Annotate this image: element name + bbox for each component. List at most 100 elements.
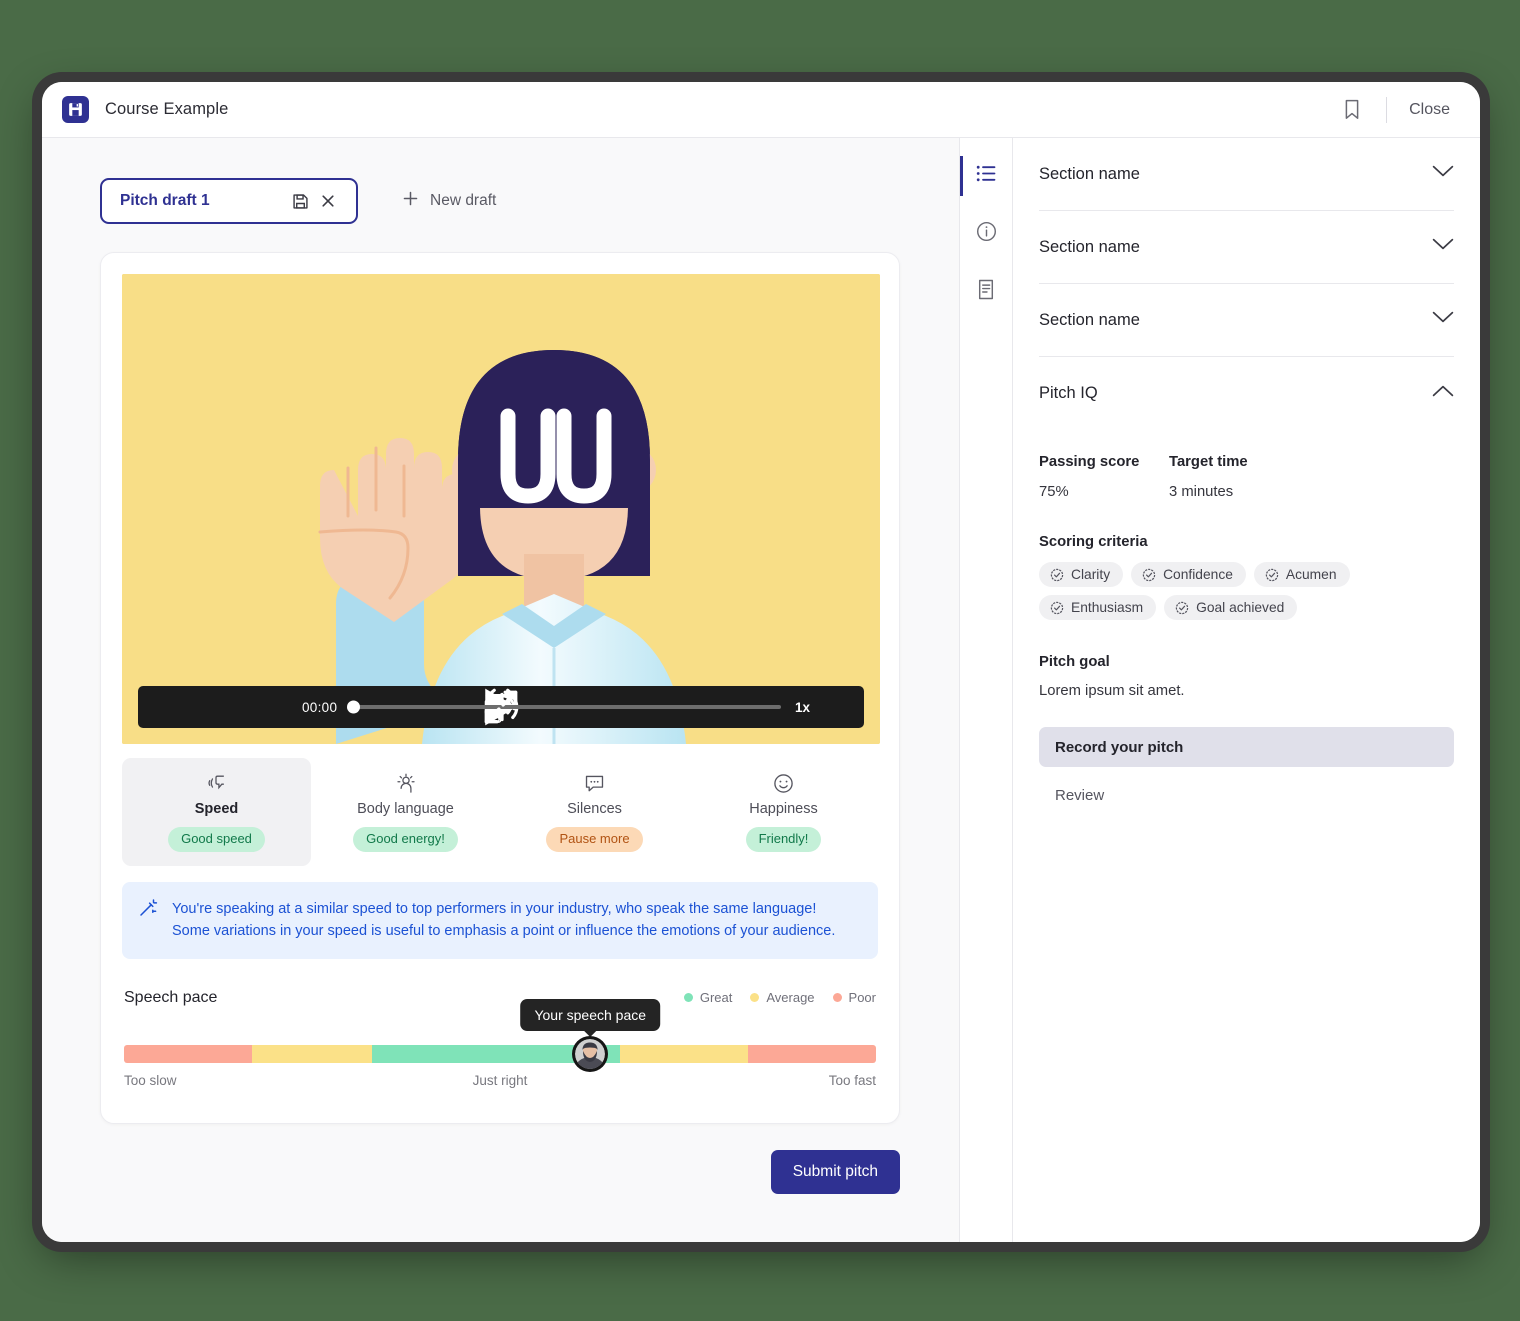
chip-label: Acumen	[1285, 567, 1337, 582]
legend-label: Average	[766, 990, 815, 1006]
divider	[1386, 96, 1388, 123]
metric-badge: Good speed	[168, 827, 265, 852]
title-bar-actions: Close	[1332, 90, 1458, 130]
metric-badge: Good energy!	[353, 827, 458, 852]
chevron-down-icon	[1432, 311, 1454, 329]
legend-label: Great	[699, 990, 733, 1006]
rail-item-notes[interactable]	[960, 270, 1013, 314]
rail-item-info[interactable]	[960, 212, 1013, 256]
bookmark-icon[interactable]	[1332, 90, 1372, 130]
chart-legend: Great Average Poor	[683, 990, 876, 1006]
chevron-down-icon	[1432, 238, 1454, 256]
legend-item-poor: Poor	[832, 990, 876, 1006]
close-button[interactable]: Close	[1401, 95, 1458, 125]
metric-label: Speed	[194, 801, 239, 817]
window-body: Pitch draft 1 New draft 5 00:00 1x Speed…	[42, 138, 1480, 1242]
section-title: Section name	[1039, 164, 1140, 183]
body-language-icon	[317, 772, 494, 794]
target-time-value: 3 minutes	[1169, 484, 1234, 500]
metric-silences[interactable]: Silences Pause more	[500, 758, 689, 866]
metric-body-language[interactable]: Body language Good energy!	[311, 758, 500, 866]
check-badge-icon	[1265, 568, 1279, 581]
pitch-goal-text: Lorem ipsum sit amet.	[1039, 683, 1185, 699]
check-badge-icon	[1050, 568, 1064, 581]
title-bar: Course Example Close	[42, 82, 1480, 138]
speech-bubble-icon	[506, 772, 683, 794]
speech-pace-tooltip: Your speech pace	[520, 998, 661, 1031]
floppy-save-icon[interactable]	[286, 187, 314, 215]
chip-label: Confidence	[1163, 567, 1233, 582]
draft-tab-label: Pitch draft 1	[120, 192, 210, 209]
info-circle-icon	[976, 221, 997, 247]
section-row-pitch-iq[interactable]: Pitch IQ	[1039, 357, 1454, 430]
metric-happiness[interactable]: Happiness Friendly!	[689, 758, 878, 866]
section-row-1[interactable]: Section name	[1039, 138, 1454, 211]
sidebar-panel: Section name Section name Section name P…	[1013, 138, 1480, 1242]
chip-label: Clarity	[1071, 567, 1111, 582]
pitch-goal-label: Pitch goal	[1039, 654, 1110, 670]
speech-pace-title: Speech pace	[124, 988, 218, 1006]
bar-segment-average-fast	[620, 1044, 749, 1063]
criteria-chip-clarity: Clarity	[1039, 562, 1124, 587]
metric-label: Happiness	[749, 801, 818, 817]
draft-tab-active[interactable]: Pitch draft 1	[100, 178, 358, 224]
insight-banner: You're speaking at a similar speed to to…	[122, 881, 878, 959]
pitch-iq-content: Passing score 75% Target time 3 minutes …	[1039, 430, 1454, 815]
app-window: Course Example Close Pitch draft 1 New d…	[42, 82, 1480, 1242]
submit-pitch-button[interactable]: Submit pitch	[770, 1149, 900, 1194]
check-badge-icon	[1050, 601, 1064, 614]
legend-dot	[683, 993, 693, 1003]
speech-wave-icon	[128, 772, 305, 794]
pitch-steps: Record your pitch Review	[1039, 727, 1454, 815]
video-player[interactable]: 5 5	[122, 274, 880, 744]
axis-label-left: Too slow	[124, 1072, 177, 1088]
chip-label: Goal achieved	[1196, 600, 1285, 615]
step-review[interactable]: Review	[1039, 775, 1454, 815]
metric-speed[interactable]: Speed Good speed	[122, 758, 311, 866]
new-draft-button[interactable]: New draft	[386, 178, 512, 224]
speech-pace-chart: Speech pace Great Average Poor Your spee…	[122, 989, 878, 1102]
check-badge-icon	[1175, 601, 1189, 614]
page-title: Course Example	[105, 100, 229, 118]
axis-label-right: Too fast	[828, 1072, 877, 1088]
target-time: Target time 3 minutes	[1169, 454, 1299, 500]
scoring-criteria-chips: Clarity Confidence Acumen Enthusiasm Goa…	[1039, 562, 1454, 620]
pitch-analysis-card: 5 5	[100, 252, 900, 1124]
draft-tabs: Pitch draft 1 New draft	[100, 178, 901, 224]
legend-item-great: Great	[683, 990, 733, 1006]
section-title: Pitch IQ	[1039, 384, 1098, 402]
bar-segment-poor-slow	[124, 1044, 252, 1063]
section-row-2[interactable]: Section name	[1039, 211, 1454, 284]
chip-label: Enthusiasm	[1071, 600, 1144, 615]
metric-badge: Pause more	[546, 827, 643, 852]
check-badge-icon	[1142, 568, 1156, 581]
passing-score-value: 75%	[1039, 484, 1069, 500]
section-title: Section name	[1039, 237, 1140, 256]
bar-segment-average-slow	[251, 1044, 373, 1063]
submit-row: Submit pitch	[100, 1149, 900, 1194]
rail-item-contents[interactable]	[959, 154, 1013, 198]
legend-label: Poor	[848, 990, 876, 1006]
speech-pace-marker[interactable]	[572, 1035, 609, 1072]
criteria-chip-confidence: Confidence	[1131, 562, 1246, 587]
section-title: Section name	[1039, 310, 1140, 329]
insight-line-1: You're speaking at a similar speed to to…	[172, 900, 817, 917]
legend-dot	[832, 993, 842, 1003]
course-sidebar: Section name Section name Section name P…	[959, 138, 1480, 1242]
chevron-down-icon	[1432, 165, 1454, 183]
step-record-your-pitch[interactable]: Record your pitch	[1039, 727, 1454, 767]
metrics-row: Speed Good speed Body language Good ener…	[122, 758, 878, 866]
screen: Course Example Close Pitch draft 1 New d…	[0, 0, 1520, 1321]
legend-dot	[750, 993, 760, 1003]
scoring-criteria-label: Scoring criteria	[1039, 534, 1148, 550]
pitch-editor-pane: Pitch draft 1 New draft 5 00:00 1x Speed…	[42, 138, 960, 1242]
speech-pace-bar-wrap: Your speech pace	[124, 998, 876, 1072]
plus-icon	[402, 190, 419, 212]
speech-pace-axis-labels: Too slow Just right Too fast	[124, 1073, 876, 1088]
close-x-icon[interactable]	[314, 187, 342, 215]
chevron-up-icon	[1432, 385, 1454, 403]
speech-pace-header: Speech pace Great Average Poor	[124, 989, 876, 1007]
section-row-3[interactable]: Section name	[1039, 284, 1454, 357]
passing-score-label: Passing score	[1039, 454, 1140, 470]
expand-icon[interactable]	[484, 689, 852, 725]
